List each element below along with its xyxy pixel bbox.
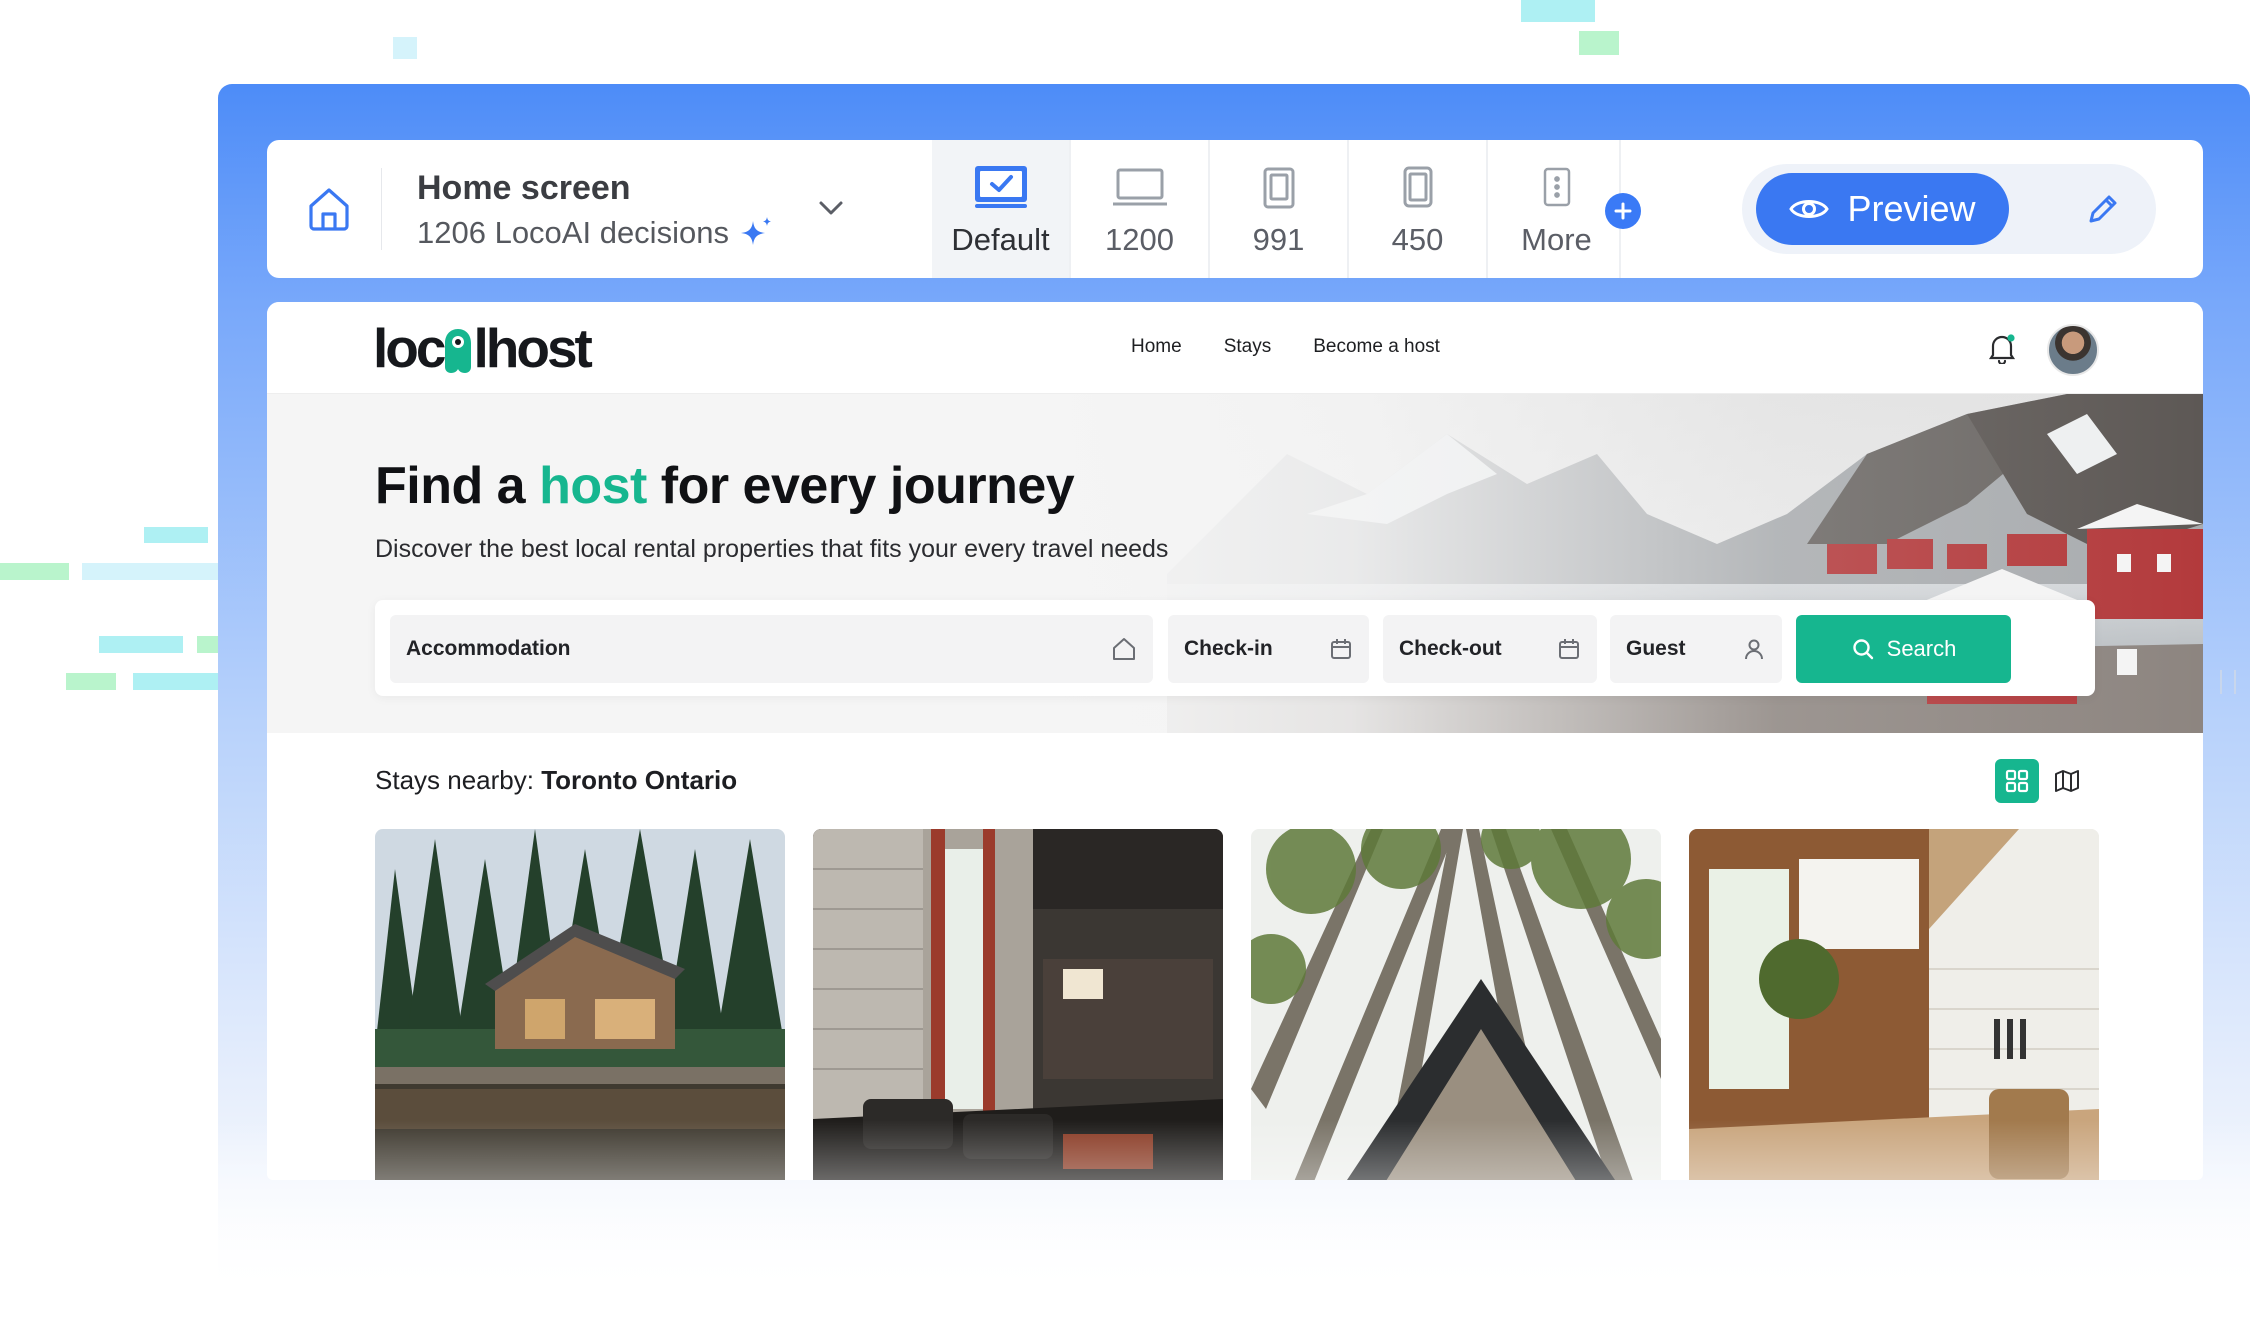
divider (381, 168, 382, 250)
nav-stays[interactable]: Stays (1224, 336, 1272, 358)
decor-block (1579, 31, 1619, 55)
hero-title: Find a host for every journey (375, 456, 1075, 516)
search-icon (1852, 639, 1873, 660)
grid-icon (2005, 769, 2029, 793)
sparkle-icon (740, 217, 771, 245)
user-avatar[interactable] (2047, 324, 2099, 376)
edit-button[interactable] (2082, 188, 2124, 230)
screen-subtitle: 1206 LocoAI decisions (417, 215, 775, 251)
plus-icon (1614, 202, 1632, 220)
breakpoint-default[interactable]: Default (932, 140, 1069, 278)
action-group: Preview (1742, 164, 2156, 254)
monitor-check-icon (974, 166, 1027, 208)
accommodation-field[interactable]: Accommodation (390, 615, 1153, 683)
accommodation-label: Accommodation (406, 637, 571, 660)
stays-prefix: Stays nearby: (375, 765, 534, 795)
logo-text-right: lhost (473, 317, 592, 379)
screen-title: Home screen (417, 169, 631, 207)
grid-view-button[interactable] (1995, 759, 2039, 803)
search-button[interactable]: Search (1796, 615, 2011, 683)
guest-label: Guest (1626, 637, 1686, 660)
breakpoint-991[interactable]: 991 (1210, 140, 1347, 278)
notification-button[interactable] (1987, 332, 2017, 369)
bell-icon (1988, 334, 2016, 366)
decor-block (133, 673, 218, 690)
checkout-label: Check-out (1399, 637, 1502, 660)
guest-field[interactable]: Guest (1610, 615, 1782, 683)
frame-fade (218, 1120, 2250, 1298)
logo-text-left: loc (373, 317, 446, 379)
breakpoint-450[interactable]: 450 (1349, 140, 1486, 278)
hero-title-post: for every journey (660, 457, 1075, 515)
stays-location: Toronto Ontario (541, 765, 738, 795)
view-toggle (1989, 754, 2093, 806)
map-icon (2055, 770, 2079, 792)
hero-section: Find a host for every journey Discover t… (267, 394, 2203, 733)
pencil-icon (2089, 195, 2117, 223)
laptop-icon (1112, 168, 1167, 206)
nav-home[interactable]: Home (1131, 336, 1182, 358)
checkin-field[interactable]: Check-in (1168, 615, 1369, 683)
more-vertical-icon (1543, 167, 1570, 207)
breakpoint-label: Default (951, 222, 1050, 257)
calendar-icon (1331, 639, 1351, 659)
checkin-label: Check-in (1184, 637, 1273, 660)
calendar-icon (1559, 639, 1579, 659)
decor-block (82, 563, 218, 580)
tablet-icon (1263, 167, 1294, 209)
eye-icon (1789, 200, 1830, 218)
breakpoint-label: More (1521, 222, 1592, 257)
decor-block (144, 527, 208, 543)
decor-block (99, 636, 183, 653)
breakpoint-label: 1200 (1105, 222, 1174, 257)
hero-title-accent: host (539, 457, 647, 515)
search-bar: Accommodation Check-in Check-out Guest S… (375, 600, 2095, 696)
stays-heading: Stays nearby: Toronto Ontario (375, 765, 737, 796)
app-preview: loc lhost Home Stays Become a host Find … (267, 302, 2203, 1180)
decisions-count: 1206 LocoAI decisions (417, 215, 729, 250)
chevron-down-icon (819, 201, 843, 215)
home-button[interactable] (305, 184, 353, 234)
home-icon (309, 188, 349, 231)
app-navbar: loc lhost Home Stays Become a host (267, 302, 2203, 394)
resize-handle[interactable] (2220, 670, 2236, 694)
hero-title-pre: Find a (375, 457, 526, 515)
decor-block (66, 673, 116, 690)
preview-button[interactable]: Preview (1756, 173, 2009, 245)
user-icon (1745, 639, 1763, 660)
hero-subtitle: Discover the best local rental propertie… (375, 535, 1169, 563)
decor-block (197, 636, 218, 653)
breakpoint-label: 450 (1391, 222, 1444, 257)
mobile-icon (1403, 166, 1432, 208)
localhost-logo[interactable]: loc lhost (373, 316, 593, 380)
decor-block (1521, 0, 1595, 22)
decor-block (0, 563, 69, 580)
search-button-label: Search (1886, 636, 1957, 661)
screen-dropdown[interactable] (815, 192, 847, 224)
preview-label: Preview (1847, 188, 1976, 229)
home-icon (1113, 638, 1135, 660)
add-breakpoint-button[interactable] (1605, 193, 1641, 229)
editor-toolbar: Home screen 1206 LocoAI decisions Defaul… (267, 140, 2203, 278)
location-pin-icon (445, 329, 472, 373)
checkout-field[interactable]: Check-out (1383, 615, 1597, 683)
nav-become-host[interactable]: Become a host (1313, 336, 1440, 358)
breakpoint-label: 991 (1252, 222, 1305, 257)
decor-block (393, 37, 417, 59)
breakpoint-1200[interactable]: 1200 (1071, 140, 1208, 278)
map-view-button[interactable] (2045, 759, 2089, 803)
nav-links: Home Stays Become a host (1131, 336, 1440, 358)
